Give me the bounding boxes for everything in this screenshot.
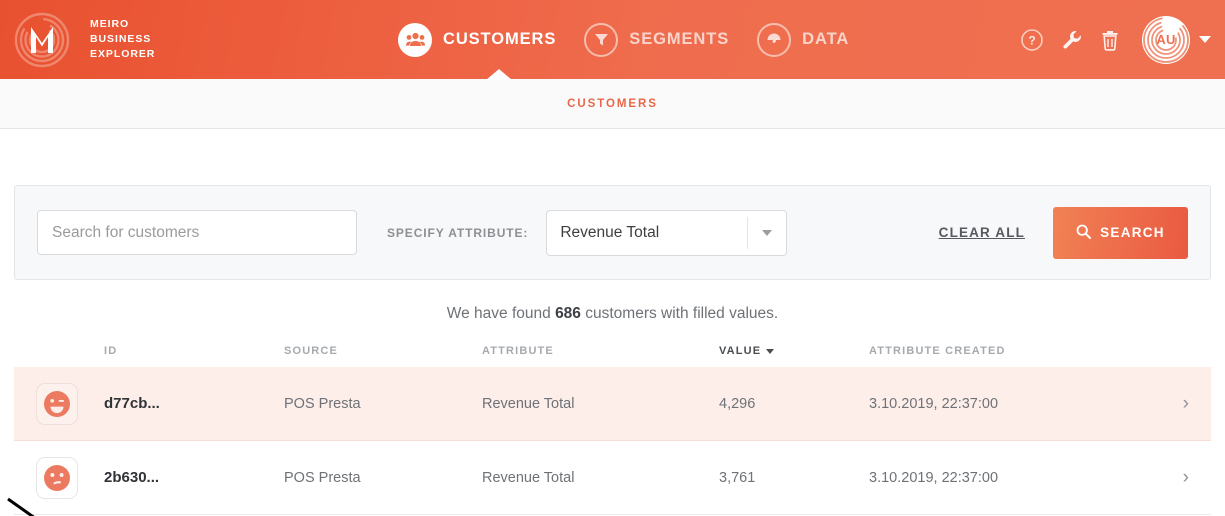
avatar-initials: AU [1156, 32, 1176, 47]
cell-attribute-created: 3.10.2019, 22:37:00 [869, 395, 999, 412]
cell-attribute-created: 3.10.2019, 22:37:00 [869, 469, 999, 486]
people-icon [398, 22, 432, 57]
cell-source: POS Presta [284, 395, 361, 412]
nav-item-customers[interactable]: CUSTOMERS [398, 22, 557, 57]
cell-attribute: Revenue Total [482, 469, 575, 486]
page-body: SPECIFY ATTRIBUTE: Revenue Total CLEAR A… [0, 185, 1225, 516]
cell-value: 4,296 [719, 395, 756, 412]
cell-value: 3,761 [719, 469, 756, 486]
breadcrumb-item-customers[interactable]: CUSTOMERS [567, 98, 658, 110]
breadcrumb: CUSTOMERS [0, 79, 1225, 129]
column-header-attribute-created[interactable]: ATTRIBUTE CREATED [869, 345, 1119, 357]
table-row[interactable]: 2b630... POS Presta Revenue Total 3,761 … [14, 441, 1211, 515]
results-count: 686 [555, 305, 581, 322]
main-navigation: CUSTOMERS SEGMENTS DATA [398, 0, 849, 79]
search-button[interactable]: SEARCH [1053, 206, 1188, 259]
gauge-icon [757, 22, 792, 57]
nav-label-segments: SEGMENTS [629, 30, 730, 48]
cell-source: POS Presta [284, 469, 361, 486]
column-header-source[interactable]: SOURCE [284, 345, 482, 357]
brand-line-3: EXPLORER [90, 47, 156, 60]
brand-logo-block[interactable]: MEIRO BUSINESS EXPLORER [14, 12, 155, 68]
meiro-labyrinth-m-logo [14, 12, 70, 68]
attribute-select-value: Revenue Total [560, 223, 660, 241]
attribute-select[interactable]: Revenue Total [546, 209, 788, 256]
user-menu-button[interactable]: AU [1142, 15, 1211, 64]
column-header-id[interactable]: ID [104, 345, 284, 357]
search-panel: SPECIFY ATTRIBUTE: Revenue Total CLEAR A… [14, 185, 1211, 280]
top-header-bar: MEIRO BUSINESS EXPLORER CUSTOMERS SEGMEN… [0, 0, 1225, 80]
nav-item-segments[interactable]: SEGMENTS [584, 22, 730, 57]
surprised-face-avatar [36, 456, 78, 499]
trash-icon[interactable] [1100, 29, 1120, 51]
help-icon[interactable]: ? [1020, 28, 1044, 52]
avatar-labyrinth-icon: AU [1142, 15, 1190, 64]
search-input[interactable] [37, 210, 357, 255]
nav-label-customers: CUSTOMERS [443, 30, 557, 48]
chevron-right-icon[interactable]: › [1183, 394, 1189, 413]
results-suffix: customers with filled values. [580, 305, 779, 322]
brand-line-2: BUSINESS [90, 33, 152, 46]
cell-id: 2b630... [104, 469, 160, 486]
svg-text:?: ? [1028, 33, 1035, 47]
active-tab-caret [486, 69, 512, 80]
winking-face-avatar [36, 382, 78, 425]
magnifier-icon [1076, 224, 1092, 242]
sort-descending-icon [766, 348, 775, 354]
column-header-value-label: VALUE [719, 345, 762, 357]
table-header-row: ID SOURCE ATTRIBUTE VALUE ATTRIBUTE CREA… [14, 335, 1211, 367]
wrench-icon[interactable] [1061, 29, 1083, 51]
cell-attribute: Revenue Total [482, 395, 575, 412]
brand-text: MEIRO BUSINESS EXPLORER [90, 17, 155, 62]
search-button-label: SEARCH [1100, 225, 1165, 240]
column-header-attribute[interactable]: ATTRIBUTE [482, 345, 719, 357]
results-prefix: We have found [446, 305, 556, 322]
nav-item-data[interactable]: DATA [757, 22, 850, 57]
specify-attribute-label: SPECIFY ATTRIBUTE: [387, 225, 529, 240]
table-row[interactable]: d77cb... POS Presta Revenue Total 4,296 … [14, 367, 1211, 441]
results-summary: We have found 686 customers with filled … [14, 305, 1211, 323]
column-header-value[interactable]: VALUE [719, 345, 869, 357]
brand-line-1: MEIRO [90, 18, 130, 31]
chevron-down-icon[interactable] [748, 229, 786, 236]
header-tool-icons: ? AU [1020, 0, 1211, 79]
cell-id: d77cb... [104, 395, 160, 412]
funnel-filter-icon [584, 22, 619, 57]
chevron-right-icon[interactable]: › [1183, 468, 1189, 487]
nav-label-data: DATA [802, 30, 850, 48]
clear-all-button[interactable]: CLEAR ALL [939, 225, 1025, 240]
chevron-down-icon[interactable] [1199, 36, 1211, 43]
